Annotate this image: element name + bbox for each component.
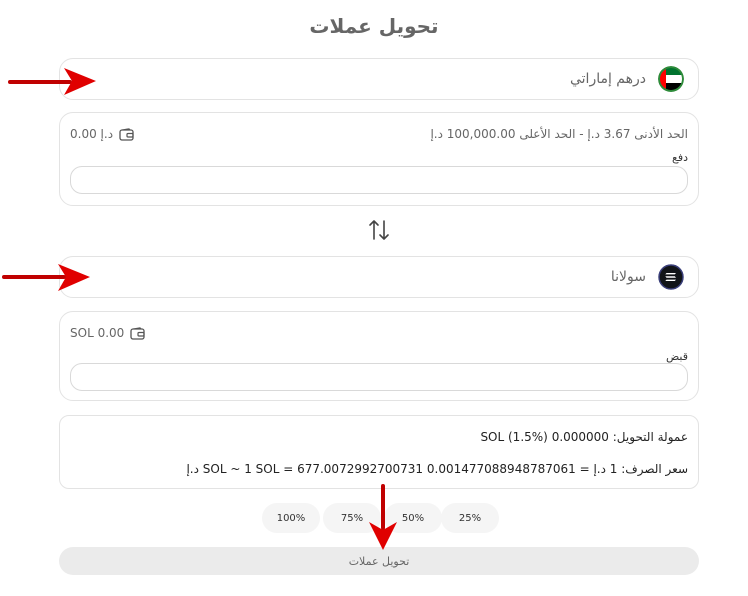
to-currency-selector[interactable]: سولانا — [59, 256, 699, 298]
percent-50-button[interactable]: 50% — [384, 503, 442, 533]
swap-arrows-icon[interactable] — [368, 218, 390, 242]
pay-balance-value: 0.00 د.إ — [70, 127, 114, 141]
uae-flag-icon — [658, 66, 684, 92]
page-title: تحويل عملات — [309, 14, 439, 38]
pay-balance: 0.00 د.إ — [70, 127, 134, 141]
pay-label: دفع — [671, 151, 688, 164]
solana-icon — [658, 264, 684, 290]
percent-100-button[interactable]: 100% — [262, 503, 320, 533]
wallet-icon — [130, 326, 145, 340]
to-currency-label: سولانا — [610, 269, 646, 285]
pay-limits: الحد الأدنى 3.67 د.إ - الحد الأعلى 100,0… — [430, 127, 688, 141]
conversion-info: عمولة التحويل: 0.000000 SOL (1.5%) سعر ا… — [59, 415, 699, 489]
from-currency-selector[interactable]: درهم إماراتي — [59, 58, 699, 100]
from-currency-label: درهم إماراتي — [569, 71, 646, 87]
receive-label: قبض — [665, 350, 688, 363]
convert-submit-button[interactable]: تحويل عملات — [59, 547, 699, 575]
wallet-icon — [119, 127, 134, 141]
percent-75-button[interactable]: 75% — [323, 503, 381, 533]
receive-card: SOL 0.00 قبض — [59, 311, 699, 401]
pay-amount-input[interactable] — [70, 166, 688, 194]
pay-card: 0.00 د.إ الحد الأدنى 3.67 د.إ - الحد الأ… — [59, 112, 699, 206]
receive-amount-input[interactable] — [70, 363, 688, 391]
exchange-rate: سعر الصرف: 1 د.إ = 0.001477088948787061 … — [186, 462, 688, 476]
receive-balance-value: SOL 0.00 — [70, 326, 125, 340]
receive-balance: SOL 0.00 — [70, 326, 145, 340]
conversion-fee: عمولة التحويل: 0.000000 SOL (1.5%) — [480, 430, 688, 444]
percent-25-button[interactable]: 25% — [441, 503, 499, 533]
